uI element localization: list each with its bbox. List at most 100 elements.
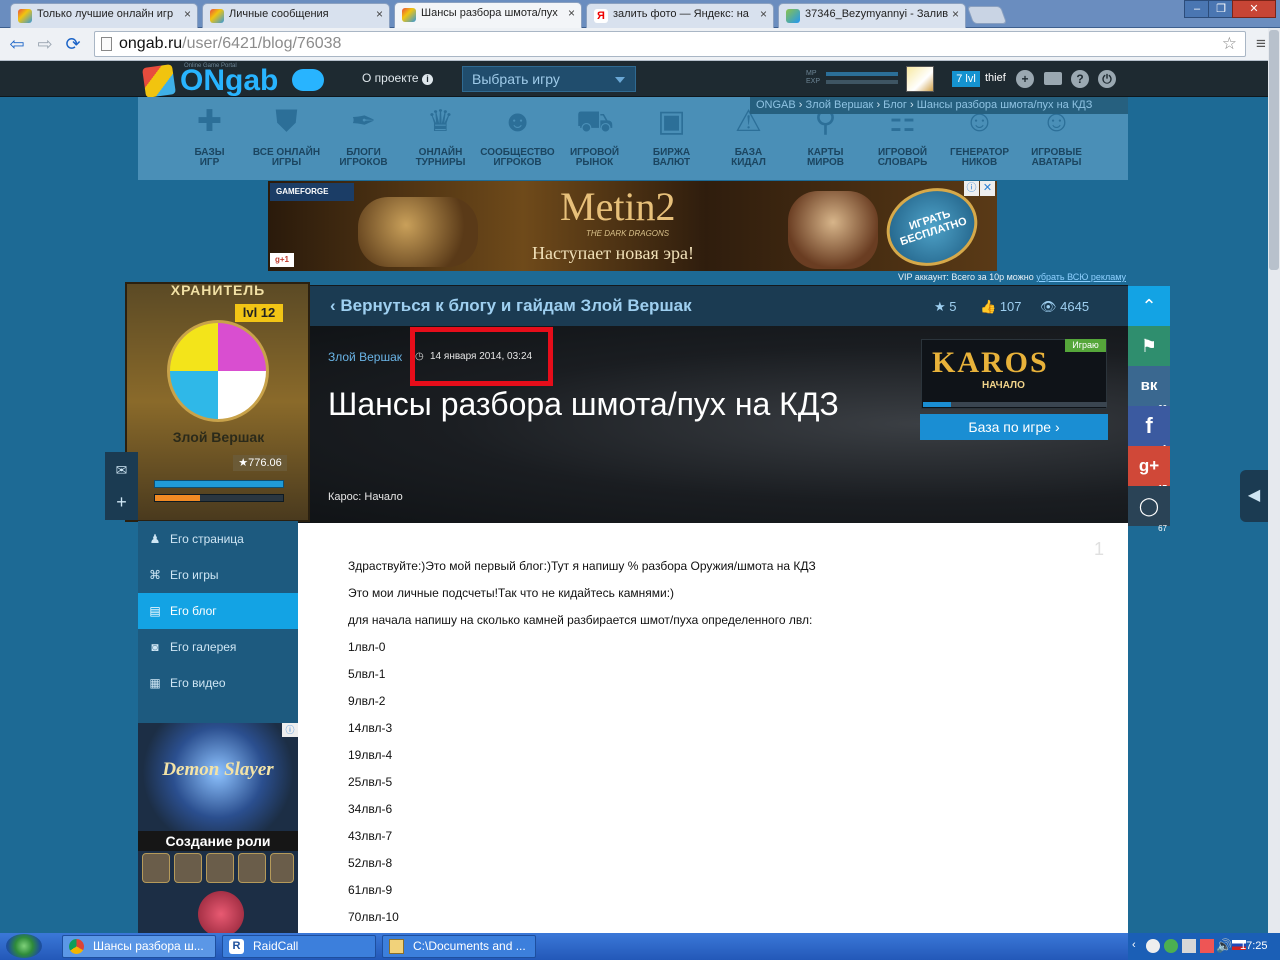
ad-info-icon[interactable]: ⓘ <box>964 181 979 196</box>
network-icon[interactable] <box>1182 939 1196 953</box>
ongab-cube-icon <box>402 8 416 22</box>
comment-icon: ◯ <box>1138 496 1160 516</box>
about-link[interactable]: О проекте i <box>362 71 433 85</box>
clock[interactable]: 17:25 <box>1240 940 1268 952</box>
article-body: 1 Здраствуйте:)Это мой первый блог:)Тут … <box>298 523 1128 933</box>
taskbar-item-raidcall[interactable]: R RaidCall <box>222 935 376 958</box>
ad-info-icon[interactable]: ⓘ <box>282 723 298 737</box>
breadcrumb: ONGAB › Злой Вершак › Блог › Шансы разбо… <box>750 97 1128 114</box>
comments-button[interactable]: ◯ 67 <box>1128 486 1170 533</box>
gplus-badge[interactable]: g+1 <box>270 253 294 267</box>
address-bar[interactable]: ongab.ru/user/6421/blog/76038 ☆ <box>94 31 1246 57</box>
tab-label: Личные сообщения <box>229 8 329 20</box>
bookmark-button[interactable]: ⚑ <box>1128 326 1170 366</box>
likes-stat[interactable]: 👍 107 <box>980 299 1022 315</box>
back-arrow-icon[interactable]: ⇦ <box>6 33 28 55</box>
top-banner-ad[interactable]: GAMEFORGE Metin2 THE DARK DRAGONS Наступ… <box>268 181 997 271</box>
profile-card: ХРАНИТЕЛЬ lvl 12 Злой Вершак ★776.06 <box>125 282 310 522</box>
article-line: 1лвл-0 <box>348 640 386 654</box>
nav-item-community[interactable]: ☻ СООБЩЕСТВО ИГРОКОВ <box>479 97 556 180</box>
left-ad[interactable]: Demon Slayer Создание роли ⓘ <box>138 723 298 933</box>
about-label: О проекте <box>362 71 419 85</box>
close-icon[interactable]: × <box>760 7 767 21</box>
close-icon[interactable]: ✕ <box>980 181 995 196</box>
taskbar-item-explorer[interactable]: C:\Documents and ... <box>382 935 536 958</box>
vk-share-button[interactable]: вк66 <box>1128 366 1170 413</box>
side-panel-toggle[interactable]: ◀ <box>1240 470 1268 522</box>
social-share-bar: ⌃ ⚑ вк66 f1 g+17 ◯ 67 <box>1128 286 1170 533</box>
ad-thumb <box>270 853 294 883</box>
close-icon[interactable]: × <box>376 7 383 21</box>
nav-label: ИГРОВОЙ РЫНОК <box>569 147 620 168</box>
remove-ads-link[interactable]: убрать ВСЮ рекламу <box>1036 272 1126 282</box>
browser-tab[interactable]: Я залить фото — Яндекс: на × <box>586 3 774 28</box>
forward-arrow-icon[interactable]: ⇨ <box>34 33 56 55</box>
back-to-blog-link[interactable]: ‹ Вернуться к блогу и гайдам Злой Вершак <box>330 286 692 326</box>
sidebar-item-label: Его блог <box>170 604 217 618</box>
browser-tab[interactable]: Только лучшие онлайн игр × <box>10 3 198 28</box>
exp-bar <box>826 80 898 84</box>
new-tab-button[interactable] <box>966 6 1008 24</box>
game-select[interactable]: Выбрать игру <box>462 66 636 92</box>
nav-item-game-bases[interactable]: ✚ БАЗЫ ИГР <box>171 97 248 180</box>
site-logo[interactable]: ONgab Online Game Portal <box>140 62 340 100</box>
game-base-button[interactable]: База по игре › <box>920 414 1108 440</box>
star-bookmark-icon[interactable]: ☆ <box>1222 34 1237 54</box>
browser-tab-active[interactable]: Шансы разбора шмота/пух × <box>394 2 582 29</box>
reload-icon[interactable]: ⟳ <box>62 33 84 55</box>
google-plus-share-button[interactable]: g+17 <box>1128 446 1170 493</box>
profile-avatar[interactable] <box>167 320 269 422</box>
browser-tab[interactable]: Личные сообщения × <box>202 3 390 28</box>
sidebar-item-games[interactable]: ⌘ Его игры <box>138 557 298 593</box>
clock-icon: ◷ <box>415 351 424 362</box>
breadcrumb-item[interactable]: ONGAB <box>756 99 796 111</box>
chevron-left-icon: ‹ <box>330 296 341 315</box>
tray-app-icon[interactable] <box>1164 939 1178 953</box>
envelope-icon[interactable]: ✉ <box>105 456 138 484</box>
minimize-button[interactable]: – <box>1184 0 1210 18</box>
close-icon[interactable]: × <box>952 7 959 21</box>
article-line: 34лвл-6 <box>348 802 393 816</box>
browser-tab[interactable]: 37346_Bezymyannyi - Залив × <box>778 3 966 28</box>
nav-item-all-games[interactable]: ⛊ ВСЕ ОНЛАЙН ИГРЫ <box>248 97 325 180</box>
post-author[interactable]: Злой Вершак <box>328 350 402 364</box>
taskbar-item-chrome[interactable]: Шансы разбора ш... <box>62 935 216 958</box>
plus-circle-icon[interactable]: + <box>1016 70 1034 88</box>
gamepad-icon: ✚ <box>196 105 223 138</box>
breadcrumb-item[interactable]: Блог <box>883 99 907 111</box>
power-icon[interactable]: ⏻ <box>1098 70 1116 88</box>
breadcrumb-item[interactable]: Злой Вершак <box>806 99 874 111</box>
tray-app-icon[interactable] <box>1200 939 1214 953</box>
sidebar-item-label: Его игры <box>170 568 219 582</box>
nav-item-market[interactable]: ⛟ ИГРОВОЙ РЫНОК <box>556 97 633 180</box>
scrollbar-thumb[interactable] <box>1269 30 1279 270</box>
volume-icon[interactable]: 🔊 <box>1216 938 1232 954</box>
envelope-icon[interactable] <box>1044 72 1062 85</box>
sidebar-item-video[interactable]: ▦ Его видео <box>138 665 298 701</box>
film-icon: ▦ <box>149 676 161 690</box>
sidebar-item-profile[interactable]: ♟ Его страница <box>138 521 298 557</box>
help-icon[interactable]: ? <box>1071 70 1089 88</box>
nav-item-tournaments[interactable]: ♛ ОНЛАЙН ТУРНИРЫ <box>402 97 479 180</box>
scroll-top-button[interactable]: ⌃ <box>1128 286 1170 326</box>
plus-icon[interactable]: + <box>105 488 138 516</box>
mp-exp-labels: MP EXP <box>806 70 820 86</box>
post-game-label[interactable]: Карос: Начало <box>328 491 403 503</box>
ad-title: Demon Slayer <box>162 759 274 780</box>
close-window-button[interactable]: ✕ <box>1232 0 1276 18</box>
username[interactable]: thief <box>985 72 1006 84</box>
nav-item-blogs[interactable]: ✒ БЛОГИ ИГРОКОВ <box>325 97 402 180</box>
chevron-left-icon[interactable]: ‹ <box>1132 939 1136 951</box>
facebook-share-button[interactable]: f1 <box>1128 406 1170 453</box>
close-icon[interactable]: × <box>184 7 191 21</box>
close-icon[interactable]: × <box>568 6 575 20</box>
chevron-left-icon: ◀ <box>1247 487 1261 504</box>
start-button[interactable] <box>0 932 50 960</box>
sidebar-item-blog[interactable]: ▤ Его блог <box>138 593 298 629</box>
sidebar-item-gallery[interactable]: ◙ Его галерея <box>138 629 298 665</box>
maximize-button[interactable]: ❐ <box>1208 0 1234 18</box>
tray-app-icon[interactable] <box>1146 939 1160 953</box>
nav-item-exchange[interactable]: ▣ БИРЖА ВАЛЮТ <box>633 97 710 180</box>
ongab-cube-icon <box>18 9 32 23</box>
avatar[interactable] <box>906 66 934 92</box>
